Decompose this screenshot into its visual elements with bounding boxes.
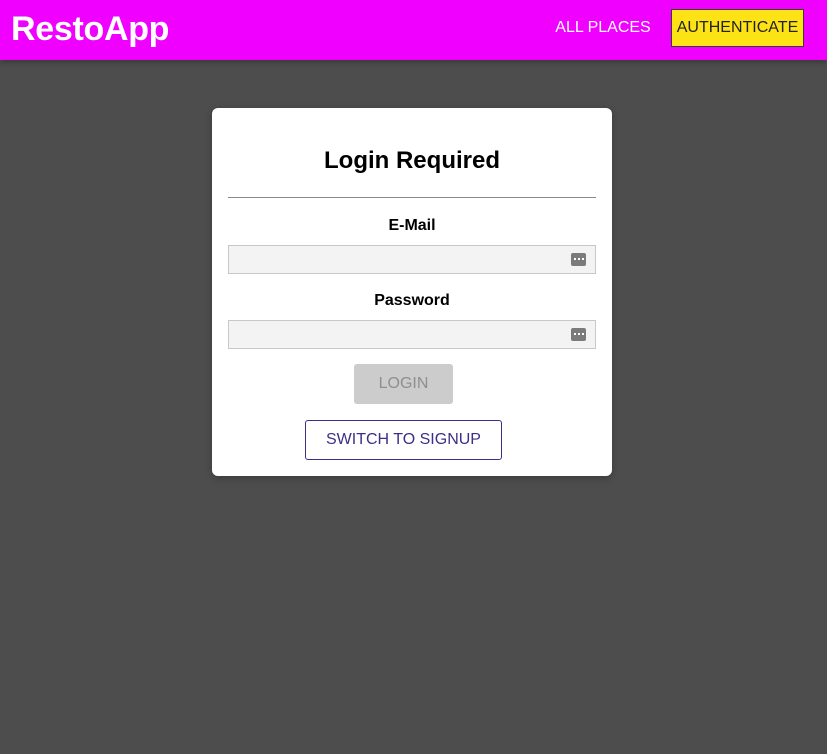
email-field-wrapper bbox=[228, 245, 596, 274]
nav-authenticate-link[interactable]: AUTHENTICATE bbox=[671, 9, 804, 47]
password-manager-key-icon[interactable] bbox=[571, 328, 586, 341]
password-field-wrapper bbox=[228, 320, 596, 349]
password-label: Password bbox=[374, 292, 450, 309]
password-manager-key-icon[interactable] bbox=[571, 253, 586, 266]
main-header: RestoApp ALL PLACES AUTHENTICATE bbox=[0, 0, 827, 60]
email-label: E-Mail bbox=[388, 217, 436, 234]
card-divider bbox=[228, 197, 596, 198]
login-card-title: Login Required bbox=[324, 147, 500, 174]
email-input[interactable] bbox=[229, 246, 595, 273]
switch-to-signup-button[interactable]: SWITCH TO SIGNUP bbox=[305, 420, 502, 460]
login-button[interactable]: LOGIN bbox=[354, 364, 453, 404]
login-card: Login Required E-Mail Password LOGIN SWI… bbox=[212, 108, 612, 476]
password-input[interactable] bbox=[229, 321, 595, 348]
brand-logo-text[interactable]: RestoApp bbox=[11, 8, 169, 50]
nav-all-places-link[interactable]: ALL PLACES bbox=[553, 9, 653, 47]
